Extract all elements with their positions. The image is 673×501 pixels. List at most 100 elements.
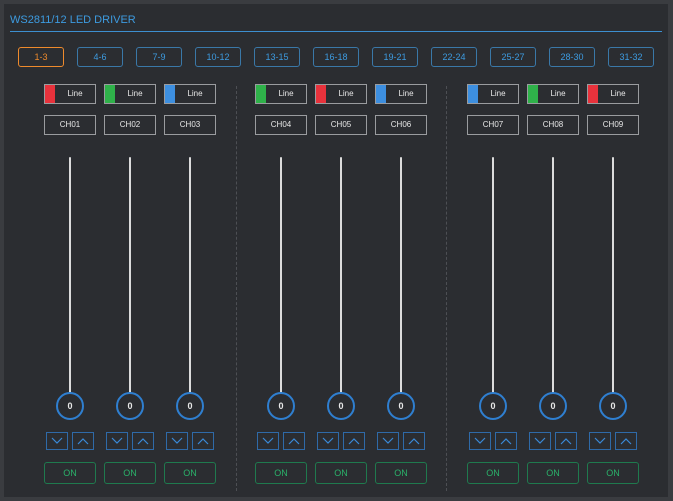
- on-toggle-button[interactable]: ON: [104, 462, 156, 484]
- line-label: Line: [550, 89, 566, 98]
- fader-knob[interactable]: 0: [116, 392, 144, 420]
- decrement-button[interactable]: [166, 432, 188, 450]
- tab-10-12[interactable]: 10-12: [195, 47, 241, 67]
- channel-strip-ch05: Line CH05 0 ON: [315, 84, 369, 489]
- line-button[interactable]: Line: [255, 84, 307, 104]
- tab-16-18[interactable]: 16-18: [313, 47, 359, 67]
- on-toggle-button[interactable]: ON: [315, 462, 367, 484]
- chevron-down-icon: [382, 437, 394, 444]
- line-button[interactable]: Line: [467, 84, 519, 104]
- increment-button[interactable]: [72, 432, 94, 450]
- chevron-up-icon: [500, 438, 512, 445]
- fader-track[interactable]: [492, 157, 494, 397]
- increment-button[interactable]: [132, 432, 154, 450]
- line-button[interactable]: Line: [104, 84, 156, 104]
- channel-strip-ch07: Line CH07 0 ON: [467, 84, 521, 489]
- channel-strip-ch09: Line CH09 0 ON: [587, 84, 641, 489]
- on-toggle-button[interactable]: ON: [164, 462, 216, 484]
- increment-button[interactable]: [283, 432, 305, 450]
- line-button[interactable]: Line: [527, 84, 579, 104]
- fader-track[interactable]: [400, 157, 402, 397]
- increment-button[interactable]: [615, 432, 637, 450]
- fader-knob[interactable]: 0: [327, 392, 355, 420]
- increment-button[interactable]: [555, 432, 577, 450]
- decrement-button[interactable]: [469, 432, 491, 450]
- tab-31-32[interactable]: 31-32: [608, 47, 654, 67]
- channel-name: CH07: [467, 115, 519, 135]
- fader-track[interactable]: [612, 157, 614, 397]
- channel-name: CH04: [255, 115, 307, 135]
- chevron-down-icon: [534, 437, 546, 444]
- channel-name: CH02: [104, 115, 156, 135]
- tab-28-30[interactable]: 28-30: [549, 47, 595, 67]
- tab-22-24[interactable]: 22-24: [431, 47, 477, 67]
- line-label: Line: [610, 89, 626, 98]
- increment-button[interactable]: [403, 432, 425, 450]
- color-swatch: [588, 85, 598, 103]
- tab-7-9[interactable]: 7-9: [136, 47, 182, 67]
- line-button[interactable]: Line: [375, 84, 427, 104]
- fader-track[interactable]: [129, 157, 131, 397]
- line-button[interactable]: Line: [44, 84, 96, 104]
- fader-track[interactable]: [280, 157, 282, 397]
- channel-strip-ch06: Line CH06 0 ON: [375, 84, 429, 489]
- fader-knob[interactable]: 0: [267, 392, 295, 420]
- tab-4-6[interactable]: 4-6: [77, 47, 123, 67]
- channel-name: CH01: [44, 115, 96, 135]
- fader-knob[interactable]: 0: [56, 392, 84, 420]
- decrement-button[interactable]: [106, 432, 128, 450]
- fader-knob[interactable]: 0: [539, 392, 567, 420]
- fader-knob[interactable]: 0: [176, 392, 204, 420]
- channel-name: CH09: [587, 115, 639, 135]
- line-label: Line: [490, 89, 506, 98]
- increment-button[interactable]: [495, 432, 517, 450]
- decrement-button[interactable]: [46, 432, 68, 450]
- line-button[interactable]: Line: [315, 84, 367, 104]
- fader-track[interactable]: [340, 157, 342, 397]
- tab-13-15[interactable]: 13-15: [254, 47, 300, 67]
- channel-name: CH06: [375, 115, 427, 135]
- line-label: Line: [67, 89, 83, 98]
- increment-button[interactable]: [343, 432, 365, 450]
- channel-name: CH03: [164, 115, 216, 135]
- chevron-down-icon: [262, 437, 274, 444]
- color-swatch: [528, 85, 538, 103]
- decrement-button[interactable]: [529, 432, 551, 450]
- decrement-button[interactable]: [377, 432, 399, 450]
- decrement-button[interactable]: [317, 432, 339, 450]
- line-label: Line: [278, 89, 294, 98]
- channel-strip-ch02: Line CH02 0 ON: [104, 84, 158, 489]
- on-toggle-button[interactable]: ON: [255, 462, 307, 484]
- increment-button[interactable]: [192, 432, 214, 450]
- fader-knob[interactable]: 0: [387, 392, 415, 420]
- line-label: Line: [127, 89, 143, 98]
- decrement-button[interactable]: [589, 432, 611, 450]
- fader-knob[interactable]: 0: [599, 392, 627, 420]
- on-toggle-button[interactable]: ON: [44, 462, 96, 484]
- fader-track[interactable]: [69, 157, 71, 397]
- chevron-up-icon: [77, 438, 89, 445]
- fader-track[interactable]: [552, 157, 554, 397]
- channel-group-tabs: 1-3 4-6 7-9 10-12 13-15 16-18 19-21 22-2…: [18, 47, 668, 69]
- on-toggle-button[interactable]: ON: [587, 462, 639, 484]
- fader-track[interactable]: [189, 157, 191, 397]
- on-toggle-button[interactable]: ON: [527, 462, 579, 484]
- line-button[interactable]: Line: [164, 84, 216, 104]
- channel-strip-ch01: Line CH01 0 ON: [44, 84, 98, 489]
- on-toggle-button[interactable]: ON: [375, 462, 427, 484]
- channel-name: CH08: [527, 115, 579, 135]
- tab-1-3[interactable]: 1-3: [18, 47, 64, 67]
- channel-strip-ch04: Line CH04 0 ON: [255, 84, 309, 489]
- color-swatch: [376, 85, 386, 103]
- tab-25-27[interactable]: 25-27: [490, 47, 536, 67]
- chevron-down-icon: [171, 437, 183, 444]
- group-divider: [446, 86, 447, 491]
- chevron-down-icon: [322, 437, 334, 444]
- channel-strip-ch03: Line CH03 0 ON: [164, 84, 218, 489]
- tab-19-21[interactable]: 19-21: [372, 47, 418, 67]
- line-button[interactable]: Line: [587, 84, 639, 104]
- color-swatch: [45, 85, 55, 103]
- decrement-button[interactable]: [257, 432, 279, 450]
- fader-knob[interactable]: 0: [479, 392, 507, 420]
- on-toggle-button[interactable]: ON: [467, 462, 519, 484]
